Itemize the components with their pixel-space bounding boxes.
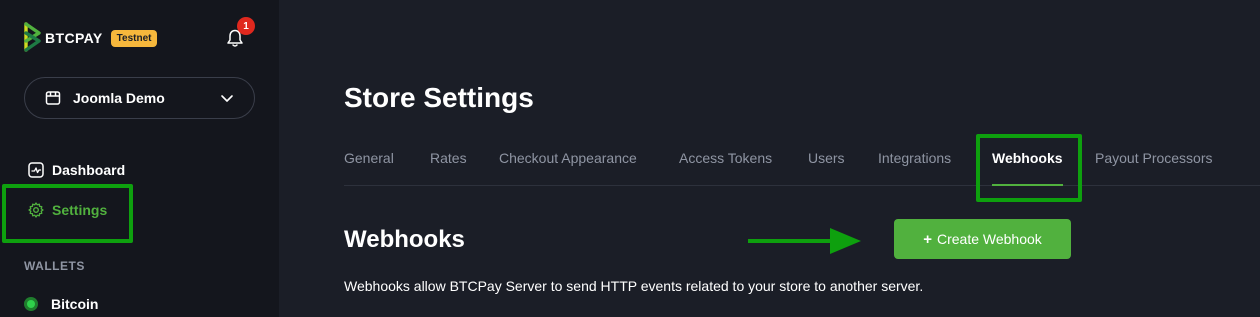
testnet-badge: Testnet [110,29,158,47]
tab-payout-processors[interactable]: Payout Processors [1095,150,1213,166]
tab-integrations[interactable]: Integrations [878,150,951,166]
tab-users[interactable]: Users [808,150,845,166]
wallets-heading: WALLETS [24,259,85,273]
btcpay-logo-icon [24,22,41,52]
brand-logo[interactable]: BTCPAY Testnet [24,22,158,52]
section-title: Webhooks [344,226,465,253]
create-webhook-button[interactable]: + Create Webhook [894,219,1071,259]
create-webhook-label: Create Webhook [936,231,1042,247]
brand-name: BTCPAY [45,30,103,46]
plus-icon: + [923,230,932,248]
tab-checkout-appearance[interactable]: Checkout Appearance [499,150,637,166]
settings-tabs: General Rates Checkout Appearance Access… [344,150,1260,186]
sidebar-item-label: Bitcoin [51,296,99,312]
settings-highlight-box [2,184,133,243]
sidebar-item-label: Dashboard [52,162,126,178]
store-selector[interactable]: Joomla Demo [24,77,255,119]
webhooks-description: Webhooks allow BTCPay Server to send HTT… [344,278,924,294]
store-name: Joomla Demo [73,90,165,106]
sidebar-item-bitcoin[interactable]: Bitcoin [24,296,98,312]
sidebar: BTCPAY Testnet 1 Joomla Demo Dashboard S… [0,0,279,317]
tab-access-tokens[interactable]: Access Tokens [679,150,772,166]
arrow-right-icon [748,228,861,254]
dashboard-icon [28,162,44,178]
tab-rates[interactable]: Rates [430,150,467,166]
tab-general[interactable]: General [344,150,394,166]
sidebar-item-dashboard[interactable]: Dashboard [28,162,125,178]
notification-badge[interactable]: 1 [237,17,255,35]
status-dot-icon [24,297,38,311]
store-icon [45,91,61,105]
page-title: Store Settings [344,82,534,113]
chevron-down-icon [221,95,233,102]
webhooks-tab-highlight-box [976,134,1082,202]
